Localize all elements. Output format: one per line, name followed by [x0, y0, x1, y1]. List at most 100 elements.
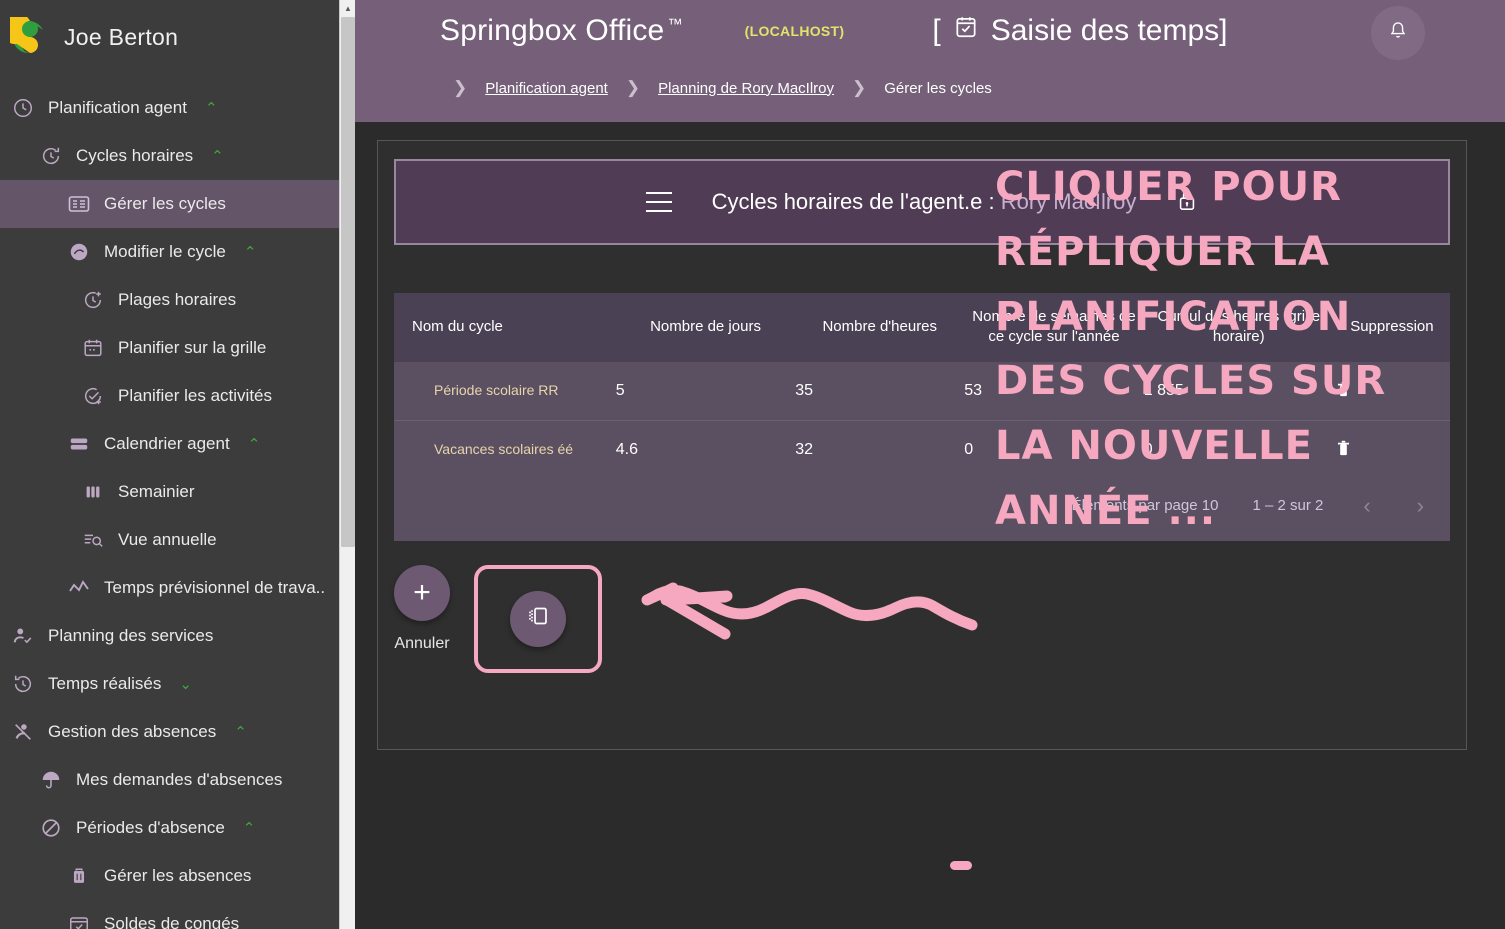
- sidebar-item-label: Cycles horaires: [76, 146, 194, 165]
- sidebar-scrollbar[interactable]: ▲: [339, 0, 355, 929]
- sidebar-item-planifier-sur-la-grille[interactable]: Planifier sur la grille: [0, 324, 355, 372]
- sidebar-item-planifier-les-activites[interactable]: Planifier les activités: [0, 372, 355, 420]
- calendar-check-icon: [953, 14, 979, 48]
- sidebar-item-plages-horaires[interactable]: Plages horaires: [0, 276, 355, 324]
- chevron-up-icon[interactable]: ⌃: [211, 149, 224, 164]
- chevron-up-icon[interactable]: ⌃: [243, 821, 256, 836]
- scroll-up-icon[interactable]: ▲: [340, 0, 355, 16]
- cell-delete[interactable]: [1333, 361, 1450, 420]
- replicate-cycles-button[interactable]: [510, 590, 566, 647]
- chevron-up-icon[interactable]: ⌃: [244, 245, 257, 260]
- scrollbar-thumb[interactable]: [341, 17, 355, 547]
- bracket-open: [: [932, 14, 941, 47]
- table-row[interactable]: Période scolaire RR 5 35 53 1 855: [394, 361, 1450, 420]
- add-cycle-button[interactable]: +: [394, 564, 450, 621]
- sidebar-item-label: Planification agent: [48, 98, 187, 117]
- user-name: Joe Berton: [64, 23, 179, 50]
- sidebar-item-gerer-les-absences[interactable]: Gérer les absences: [0, 852, 355, 900]
- breadcrumb-item-current: Gérer les cycles: [884, 79, 992, 97]
- clock-refresh-icon: [38, 143, 64, 169]
- unlock-icon[interactable]: [1176, 187, 1198, 218]
- sidebar: Joe Berton Planification agent ⌃ Cycles …: [0, 0, 355, 929]
- card-check-icon: [66, 911, 92, 929]
- sidebar-item-label: Soldes de congés: [104, 914, 240, 929]
- sidebar-item-gestion-des-absences[interactable]: Gestion des absences ⌃: [0, 708, 355, 756]
- cycles-table: Nom du cycle Nombre de jours Nombre d'he…: [394, 293, 1450, 479]
- sidebar-item-label: Mes demandes d'absences: [76, 770, 283, 789]
- bell-icon: [1387, 20, 1409, 47]
- sidebar-item-periodes-absence[interactable]: Périodes d'absence ⌃: [0, 804, 355, 852]
- column-header-semaines: Nombre de semaines de ce cycle sur l'ann…: [964, 293, 1144, 362]
- sidebar-item-cycles-horaires[interactable]: Cycles horaires ⌃: [0, 132, 355, 180]
- edit-circle-icon: [66, 239, 92, 265]
- cell-days: 4.6: [615, 419, 796, 479]
- sidebar-item-calendrier-agent[interactable]: Calendrier agent ⌃: [0, 420, 355, 468]
- table-body: Période scolaire RR 5 35 53 1 855 Vacanc…: [394, 361, 1450, 479]
- column-header-suppression: Suppression: [1333, 293, 1450, 362]
- table-header-row: Nom du cycle Nombre de jours Nombre d'he…: [394, 293, 1450, 362]
- items-per-page[interactable]: Éléments par page 10: [1072, 497, 1219, 514]
- chevron-down-icon[interactable]: ⌄: [179, 677, 192, 692]
- cell-delete[interactable]: [1333, 419, 1450, 479]
- list-panel-icon: [66, 191, 92, 217]
- trash-icon[interactable]: [1334, 381, 1353, 403]
- context-label: Saisie des temps]: [990, 14, 1228, 47]
- breadcrumb-item-planification-agent[interactable]: Planification agent: [485, 80, 608, 97]
- table-row[interactable]: Vacances scolaires éé 4.6 32 0 0: [394, 419, 1450, 479]
- items-per-page-value[interactable]: 10: [1202, 497, 1219, 514]
- sidebar-item-planification-agent[interactable]: Planification agent ⌃: [0, 84, 355, 132]
- column-header-heures: Nombre d'heures: [795, 293, 965, 362]
- sidebar-item-label: Temps prévisionnel de trava..: [104, 578, 326, 597]
- user-check-icon: [10, 623, 36, 649]
- cycles-panel: Cycles horaires de l'agent.e : Rory MacI…: [377, 140, 1467, 750]
- trademark-symbol: ™: [667, 16, 683, 33]
- cell-hours: 35: [795, 361, 965, 420]
- sidebar-item-label: Planifier les activités: [118, 386, 273, 405]
- chevron-right-icon: ❯: [453, 78, 468, 97]
- cell-hours: 32: [795, 419, 965, 479]
- breadcrumb-item-planning-agent[interactable]: Planning de Rory MacIlroy: [658, 80, 834, 97]
- notifications-button[interactable]: [1371, 6, 1425, 60]
- cell-cumul: 0: [1143, 419, 1334, 479]
- sidebar-item-modifier-le-cycle[interactable]: Modifier le cycle ⌃: [0, 228, 355, 276]
- cell-cycle-name[interactable]: Vacances scolaires éé: [394, 419, 616, 479]
- sidebar-item-label: Planifier sur la grille: [118, 338, 267, 357]
- sidebar-item-label: Calendrier agent: [104, 434, 230, 453]
- pagination-range: 1 – 2 sur 2: [1252, 497, 1324, 514]
- plus-icon: +: [413, 575, 431, 609]
- add-cycle-group: + Annuler: [394, 564, 450, 653]
- agent-name: Rory MacIlroy: [1000, 189, 1137, 214]
- chevron-up-icon[interactable]: ⌃: [205, 101, 218, 116]
- chevron-up-icon[interactable]: ⌃: [248, 437, 261, 452]
- column-header-cumul: Cumul des heures (grille horaire): [1143, 293, 1334, 362]
- sidebar-item-gerer-les-cycles[interactable]: Gérer les cycles: [0, 180, 355, 228]
- sidebar-item-soldes-de-conges[interactable]: Soldes de congés: [0, 900, 355, 929]
- sidebar-item-label: Planning des services: [48, 626, 214, 645]
- clock-icon: [10, 95, 36, 121]
- action-buttons: + Annuler: [394, 564, 1450, 673]
- cell-cumul: 1 855: [1143, 361, 1334, 420]
- hamburger-icon[interactable]: [645, 192, 672, 212]
- chevron-left-icon[interactable]: ‹: [1357, 493, 1376, 519]
- sidebar-item-planning-des-services[interactable]: Planning des services: [0, 612, 355, 660]
- chevron-right-icon: ❯: [625, 78, 641, 97]
- springbox-logo-icon: [0, 12, 50, 57]
- environment-badge: (LOCALHOST): [744, 23, 845, 39]
- content-area: Cycles horaires de l'agent.e : Rory MacI…: [355, 122, 1505, 750]
- sidebar-item-mes-demandes-absences[interactable]: Mes demandes d'absences: [0, 756, 355, 804]
- cell-cycle-name[interactable]: Période scolaire RR: [394, 361, 616, 420]
- no-entry-icon: [38, 815, 64, 841]
- sidebar-nav: Planification agent ⌃ Cycles horaires ⌃ …: [0, 62, 355, 929]
- column-header-nom: Nom du cycle: [394, 293, 616, 362]
- check-circle-icon: [80, 383, 106, 409]
- sidebar-item-semainier[interactable]: Semainier: [0, 468, 355, 516]
- sidebar-item-vue-annuelle[interactable]: Vue annuelle: [0, 516, 355, 564]
- chevron-right-icon[interactable]: ›: [1411, 493, 1430, 519]
- sidebar-item-temps-realises[interactable]: Temps réalisés ⌄: [0, 660, 355, 708]
- sidebar-item-label: Semainier: [118, 482, 195, 501]
- table-pagination: Éléments par page 10 1 – 2 sur 2 ‹ ›: [394, 478, 1450, 541]
- sidebar-item-temps-previsionnel[interactable]: Temps prévisionnel de trava..: [0, 564, 355, 612]
- trash-icon[interactable]: [1334, 440, 1353, 462]
- chevron-up-icon[interactable]: ⌃: [234, 725, 247, 740]
- sidebar-item-label: Modifier le cycle: [104, 242, 226, 261]
